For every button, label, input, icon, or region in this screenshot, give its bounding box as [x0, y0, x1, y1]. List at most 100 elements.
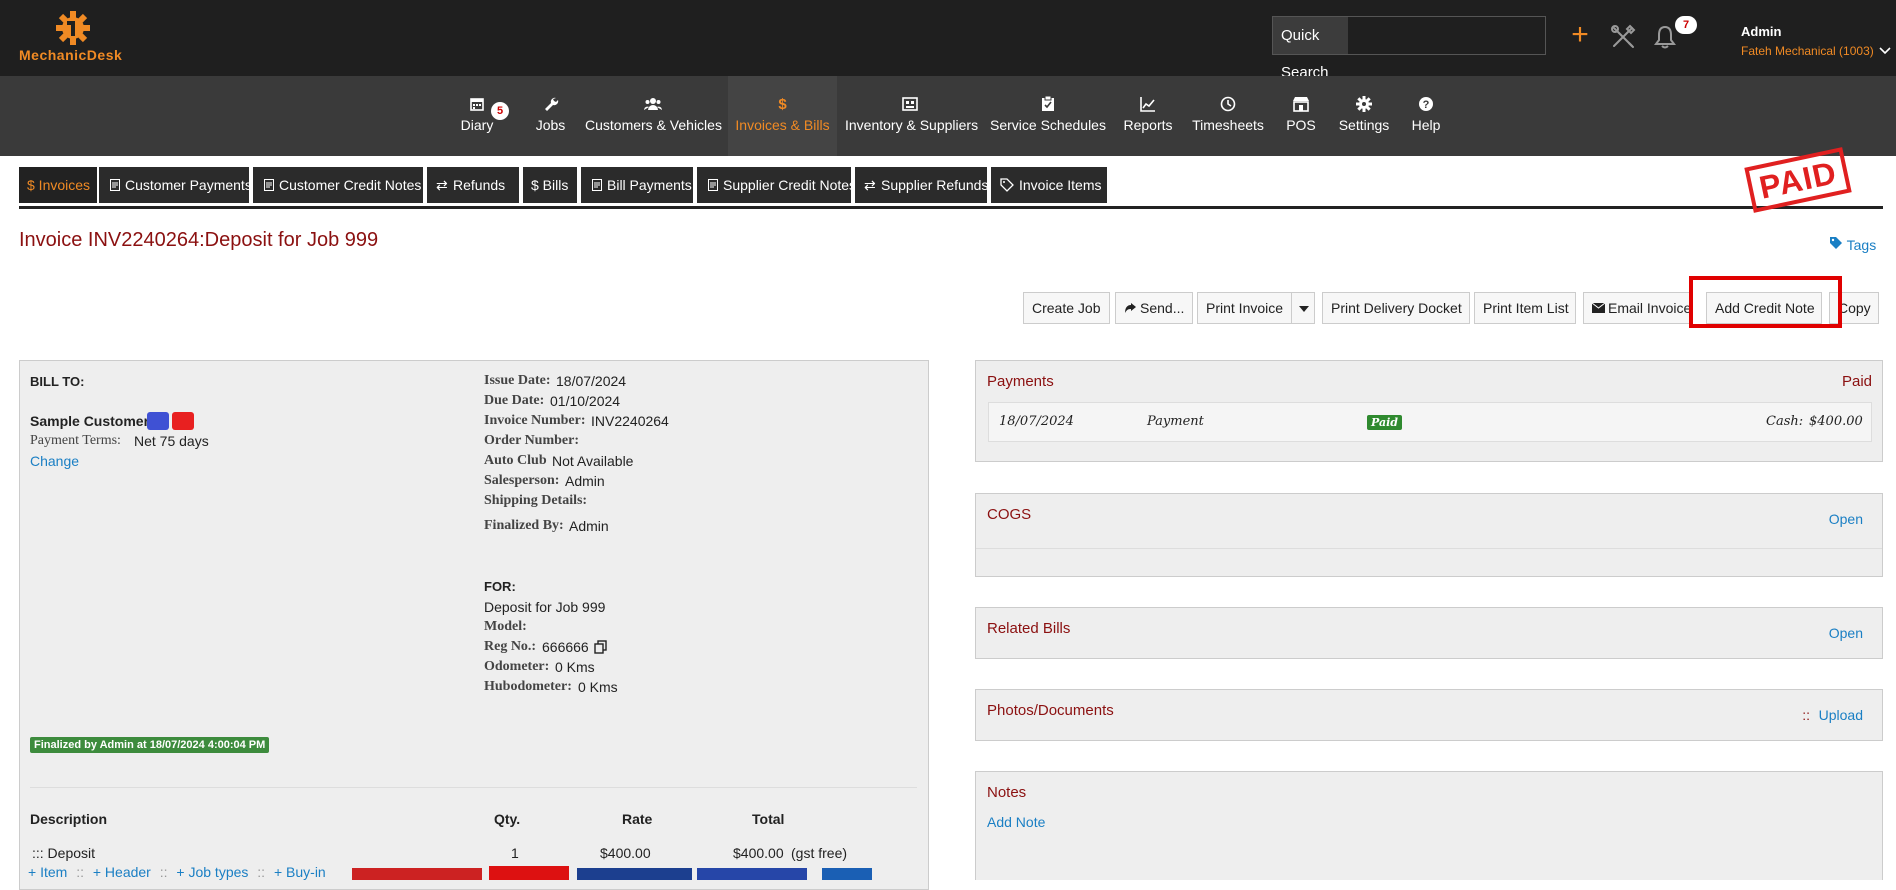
change-link[interactable]: Change [30, 453, 79, 469]
supplier-logo[interactable] [822, 868, 872, 880]
due-date-label: Due Date: [484, 393, 545, 408]
invoice-number-label: Invoice Number: [484, 413, 586, 428]
tags-label: Tags [1846, 237, 1877, 253]
tab-supplier-refunds[interactable]: ⇄ Supplier Refunds [855, 167, 989, 203]
supplier-logo[interactable] [577, 868, 692, 880]
nav-pos[interactable]: POS [1280, 76, 1322, 156]
mechanicdesk-logo[interactable]: MechanicDesk [19, 10, 131, 63]
cogs-divider [976, 548, 1882, 549]
inventory-icon [902, 97, 918, 111]
related-bills-open-link[interactable]: Open [1829, 625, 1863, 641]
row-rate: $400.00 [600, 845, 651, 861]
payment-date: 18/07/2024 [999, 414, 1074, 429]
tab-customer-payments[interactable]: Customer Payments [99, 167, 252, 203]
email-invoice-button[interactable]: Email Invoice [1583, 292, 1693, 324]
payment-amount: $400.00 [1809, 414, 1863, 429]
nav-help[interactable]: ? Help [1406, 76, 1446, 156]
email-invoice-label: Email Invoice [1608, 300, 1692, 316]
send-button[interactable]: Send... [1115, 292, 1193, 324]
nav-customers-vehicles[interactable]: Customers & Vehicles [585, 76, 722, 156]
nav-inventory-suppliers[interactable]: Inventory & Suppliers [845, 76, 978, 156]
payment-method: Cash: [1766, 414, 1804, 429]
gear-icon [1356, 96, 1372, 112]
cogs-open-link[interactable]: Open [1829, 511, 1863, 527]
create-job-button[interactable]: Create Job [1023, 292, 1110, 324]
bell-icon[interactable] [1652, 24, 1678, 50]
print-invoice-dropdown[interactable] [1291, 292, 1315, 324]
diary-badge: 5 [491, 102, 509, 120]
nav-reports[interactable]: Reports [1118, 76, 1178, 156]
document-icon [592, 179, 602, 191]
user-org-label: Fateh Mechanical (1003) [1741, 44, 1874, 58]
related-bills-panel: Related Bills Open [975, 607, 1883, 659]
print-item-list-button[interactable]: Print Item List [1474, 292, 1576, 324]
issue-date-value: 18/07/2024 [556, 373, 627, 389]
tab-refunds[interactable]: ⇄ Refunds [427, 167, 519, 203]
customer-name[interactable]: Sample Customer [30, 413, 149, 429]
add-item-link[interactable]: + Item [28, 864, 67, 880]
subtab-divider [19, 206, 1883, 209]
tags-link[interactable]: Tags [1829, 236, 1876, 253]
salesperson-value: Admin [565, 473, 605, 489]
nav-timesheets-label: Timesheets [1192, 117, 1264, 133]
supplier-logo[interactable] [352, 868, 482, 880]
tab-customer-credit-notes-label: Customer Credit Notes [279, 177, 422, 193]
swap-icon: ⇄ [864, 177, 876, 193]
document-icon [110, 179, 120, 191]
supplier-logo[interactable] [697, 868, 807, 880]
print-invoice-button[interactable]: Print Invoice [1197, 292, 1292, 324]
nav-reports-label: Reports [1123, 117, 1173, 133]
quick-search-input[interactable] [1348, 17, 1545, 54]
supplier-logo[interactable] [489, 866, 569, 880]
tab-bills[interactable]: $ Bills [523, 167, 577, 203]
nav-timesheets[interactable]: Timesheets [1188, 76, 1268, 156]
tab-refunds-label: Refunds [453, 177, 506, 193]
nav-pos-label: POS [1286, 117, 1316, 133]
nav-settings[interactable]: Settings [1334, 76, 1394, 156]
add-header-link[interactable]: + Header [93, 864, 151, 880]
nav-invoices-bills[interactable]: $ Invoices & Bills [728, 76, 837, 156]
add-buy-in-link[interactable]: + Buy-in [274, 864, 326, 880]
add-note-link[interactable]: Add Note [987, 814, 1045, 830]
row-total: $400.00 [733, 845, 784, 861]
nav-jobs[interactable]: Jobs [528, 76, 573, 156]
paid-stamp: PAID [1744, 147, 1852, 213]
tab-invoice-items-label: Invoice Items [1019, 177, 1102, 193]
salesperson-label: Salesperson: [484, 473, 560, 488]
highlight-frame [1689, 276, 1842, 328]
nav-diary-label: Diary [460, 117, 494, 133]
brand-name: MechanicDesk [19, 47, 123, 63]
user-org[interactable]: Fateh Mechanical (1003) [1741, 44, 1891, 58]
payment-row[interactable]: 18/07/2024 Payment Paid Cash: $400.00 [988, 402, 1872, 442]
tab-invoices[interactable]: $ Invoices [19, 167, 97, 203]
odometer-label: Odometer: [484, 659, 550, 674]
finalized-by-label: Finalized By: [484, 518, 564, 533]
model-label: Model: [484, 619, 527, 634]
col-qty: Qty. [494, 811, 521, 827]
upload-link[interactable]: Upload [1819, 707, 1863, 723]
tab-supplier-refunds-label: Supplier Refunds [881, 177, 989, 193]
chevron-down-icon [1879, 47, 1891, 55]
tools-icon[interactable] [1610, 24, 1636, 50]
related-bills-title: Related Bills [987, 620, 1071, 637]
nav-service-schedules[interactable]: Service Schedules [990, 76, 1106, 156]
row-qty: 1 [511, 845, 519, 861]
tab-customer-credit-notes[interactable]: Customer Credit Notes [253, 167, 423, 203]
tab-bill-payments[interactable]: Bill Payments [581, 167, 693, 203]
copy-icon[interactable] [594, 640, 608, 654]
tab-invoice-items[interactable]: Invoice Items [991, 167, 1107, 203]
add-job-types-link[interactable]: + Job types [176, 864, 248, 880]
svg-text:?: ? [1423, 99, 1430, 111]
tab-supplier-credit-notes-label: Supplier Credit Notes [723, 177, 857, 193]
print-delivery-docket-button[interactable]: Print Delivery Docket [1322, 292, 1470, 324]
payments-panel: Payments Paid 18/07/2024 Payment Paid Ca… [975, 360, 1883, 462]
nav-jobs-label: Jobs [535, 117, 566, 133]
for-description: Deposit for Job 999 [484, 599, 606, 615]
add-new-button[interactable]: + [1566, 20, 1594, 52]
user-name[interactable]: Admin [1741, 24, 1781, 39]
auto-club-label: Auto Club [484, 453, 547, 468]
link-sep: :: [76, 864, 84, 880]
tab-bill-payments-label: Bill Payments [607, 177, 692, 193]
notes-panel: Notes Add Note [975, 771, 1883, 880]
tab-supplier-credit-notes[interactable]: Supplier Credit Notes [697, 167, 856, 203]
